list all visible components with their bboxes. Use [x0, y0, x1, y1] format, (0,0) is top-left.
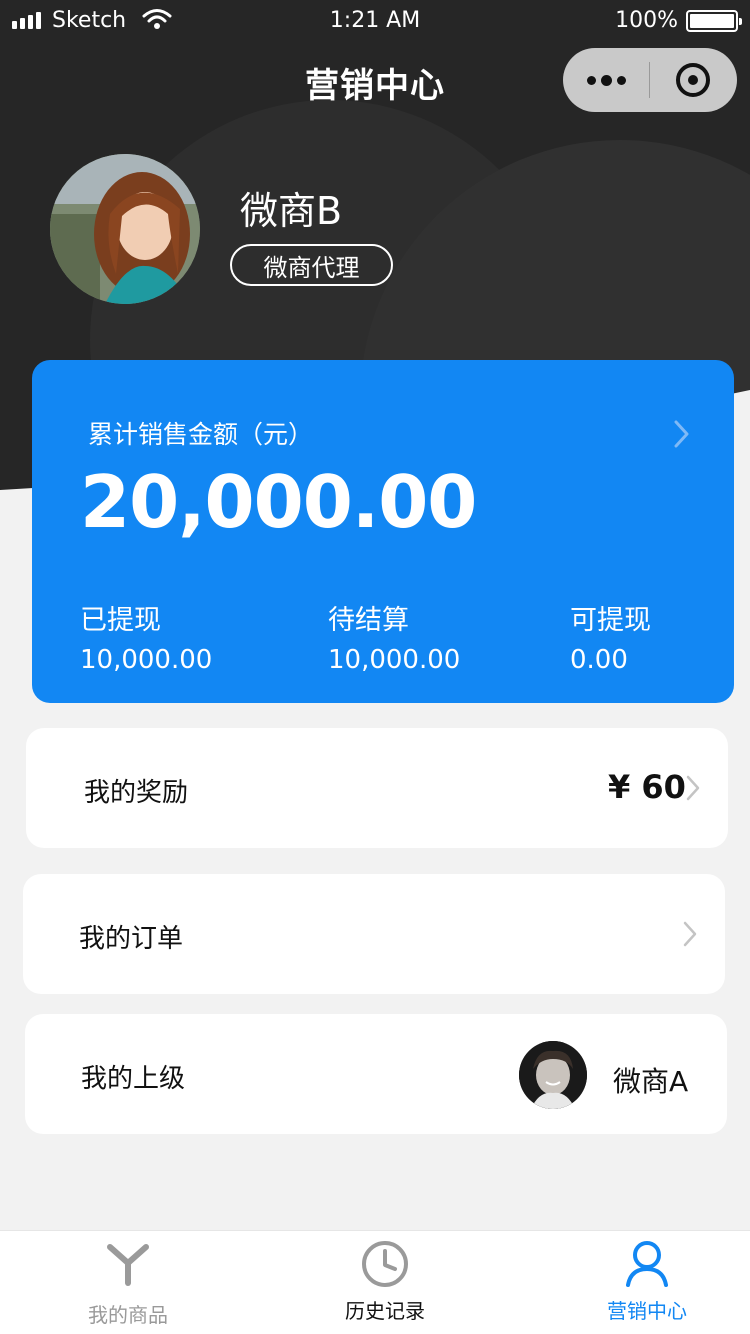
tab-history[interactable]: 历史记录 — [260, 1231, 510, 1334]
superior-label: 我的上级 — [81, 1064, 186, 1094]
target-icon — [676, 63, 710, 97]
orders-label: 我的订单 — [79, 924, 184, 954]
clock-icon — [260, 1239, 510, 1289]
superior-name: 微商A — [613, 1065, 689, 1098]
more-button[interactable] — [563, 48, 649, 112]
role-badge: 微商代理 — [230, 244, 393, 286]
more-dots-icon — [586, 75, 596, 85]
stat-available-label: 可提现 — [570, 605, 651, 636]
user-name: 微商B — [240, 189, 343, 233]
superior-row[interactable]: 我的上级 微商A — [25, 1014, 727, 1134]
stat-available-value: 0.00 — [570, 645, 628, 675]
user-avatar — [50, 154, 200, 304]
tab-label-history: 历史记录 — [345, 1299, 425, 1323]
stat-pending-value: 10,000.00 — [328, 645, 461, 675]
reward-row[interactable]: 我的奖励 ¥ 60 — [26, 728, 728, 848]
superior-avatar — [519, 1041, 587, 1109]
sales-total-amount: 20,000.00 — [80, 460, 477, 544]
tab-bar: 我的商品 历史记录 营销中心 — [0, 1230, 750, 1334]
orders-row[interactable]: 我的订单 — [23, 874, 725, 994]
chevron-right-icon — [674, 420, 690, 452]
tab-marketing-center[interactable]: 营销中心 — [522, 1231, 750, 1334]
tab-label-products: 我的商品 — [88, 1303, 168, 1327]
product-icon — [3, 1239, 253, 1289]
battery-percent: 100% — [615, 8, 678, 33]
chevron-right-icon — [686, 775, 700, 805]
chevron-right-icon — [683, 921, 697, 951]
reward-value: ¥ 60 — [608, 768, 686, 806]
person-icon — [522, 1239, 750, 1289]
status-bar: Sketch 1:21 AM 100% — [0, 0, 750, 44]
reward-label: 我的奖励 — [84, 778, 189, 808]
sales-summary-card[interactable]: 累计销售金额（元） 20,000.00 已提现 10,000.00 待结算 10… — [32, 360, 734, 703]
stat-withdrawn-label: 已提现 — [80, 605, 161, 636]
miniprogram-capsule — [563, 48, 737, 112]
stat-pending: 待结算 10,000.00 — [328, 598, 460, 675]
stat-available: 可提现 0.00 — [570, 598, 651, 675]
stat-pending-label: 待结算 — [328, 605, 409, 636]
tab-my-products[interactable]: 我的商品 — [3, 1231, 253, 1334]
stat-withdrawn: 已提现 10,000.00 — [80, 598, 212, 675]
sales-total-label: 累计销售金额（元） — [88, 420, 314, 449]
tab-label-marketing: 营销中心 — [607, 1299, 687, 1323]
battery-icon — [686, 10, 742, 32]
close-button[interactable] — [650, 48, 736, 112]
stat-withdrawn-value: 10,000.00 — [80, 645, 213, 675]
